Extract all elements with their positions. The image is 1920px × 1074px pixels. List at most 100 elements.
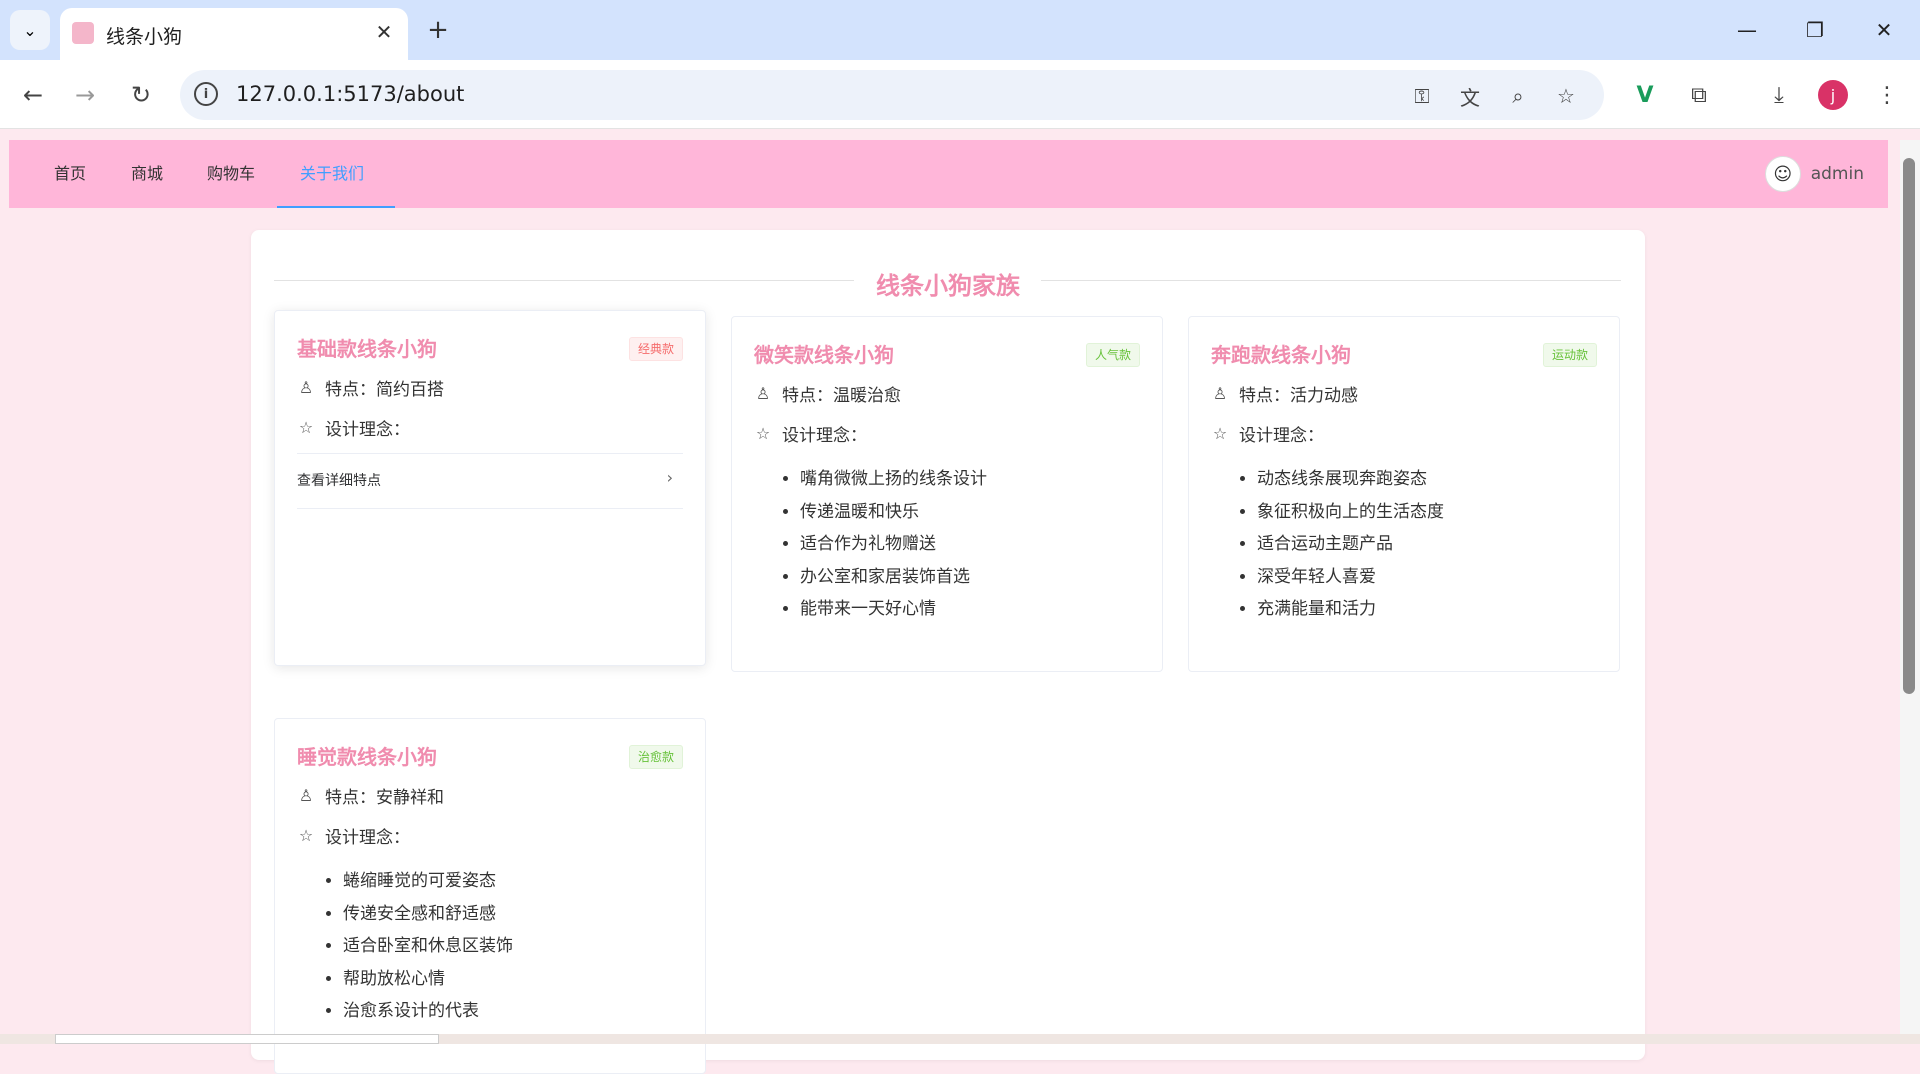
zoom-icon[interactable]: ⌕ [1504,82,1532,110]
list-item: 帮助放松心情 [343,963,513,996]
dog-card: 基础款线条小狗 经典款 ♙ 特点： 简约百搭 ☆ 设计理念： 查看详细特点 › [274,310,706,666]
feature-row: ♙ 特点： 活力动感 [1211,381,1358,406]
tab-search-dropdown[interactable]: ⌄ [10,10,50,50]
feature-label: 特点： [325,788,376,808]
profile-avatar[interactable]: j [1818,80,1848,110]
user-menu[interactable]: ☺ admin [1764,156,1864,192]
close-window-button[interactable]: ✕ [1861,10,1907,50]
nav-item-cart[interactable]: 购物车 [207,140,255,208]
card-tag: 经典款 [628,337,683,361]
back-button[interactable]: ← [14,76,52,114]
user-icon: ♙ [298,378,314,397]
url-text[interactable]: 127.0.0.1:5173/about [236,82,464,106]
horizontal-scroll-thumb[interactable] [55,1034,439,1044]
vertical-scroll-thumb[interactable] [1903,158,1915,694]
tab-title: 线条小狗 [106,26,183,48]
feature-row: ♙ 特点： 简约百搭 [297,375,444,400]
feature-row: ♙ 特点： 安静祥和 [297,783,444,808]
design-concept-row: ☆ 设计理念： [754,421,867,446]
dog-card: 奔跑款线条小狗 运动款 ♙ 特点：活力动感 ☆ 设计理念： 动态线条展现奔跑姿态… [1188,316,1620,672]
star-icon: ☆ [1212,424,1228,443]
card-title: 奔跑款线条小狗 [1211,343,1351,367]
user-avatar[interactable]: ☺ [1764,156,1801,192]
bookmark-star-icon[interactable]: ☆ [1552,82,1580,110]
design-concept-row: ☆ 设计理念： [297,823,410,848]
list-item: 深受年轻人喜爱 [1257,561,1444,594]
card-tag: 人气款 [1085,343,1140,367]
translate-icon[interactable]: 文 [1456,82,1484,110]
list-item: 治愈系设计的代表 [343,995,513,1028]
star-icon: ☆ [298,826,314,845]
card-title: 基础款线条小狗 [297,337,437,361]
design-concept-row: ☆ 设计理念： [1211,421,1324,446]
feature-value: 安静祥和 [376,788,444,808]
restore-button[interactable]: ❐ [1792,10,1838,50]
card-title: 微笑款线条小狗 [754,343,894,367]
nav-item-shop[interactable]: 商城 [131,140,163,208]
concept-list: 嘴角微微上扬的线条设计 传递温暖和快乐 适合作为礼物赠送 办公室和家居装饰首选 … [754,463,987,626]
feature-label: 特点： [782,386,833,406]
list-item: 嘴角微微上扬的线条设计 [800,463,987,496]
site-info-icon[interactable]: i [194,82,218,106]
feature-value: 温暖治愈 [833,386,901,406]
user-icon: ♙ [298,786,314,805]
address-bar[interactable]: i 127.0.0.1:5173/about ⚿ 文 ⌕ ☆ [180,70,1604,120]
close-icon[interactable]: ✕ [370,18,398,46]
list-item: 动态线条展现奔跑姿态 [1257,463,1444,496]
list-item: 适合卧室和休息区装饰 [343,930,513,963]
password-key-icon[interactable]: ⚿ [1408,82,1436,110]
dog-card: 微笑款线条小狗 人气款 ♙ 特点：温暖治愈 ☆ 设计理念： 嘴角微微上扬的线条设… [731,316,1163,672]
design-concept-row: ☆ 设计理念： [297,415,410,440]
username[interactable]: admin [1811,164,1864,184]
feature-row: ♙ 特点： 温暖治愈 [754,381,901,406]
favicon-icon [72,22,94,44]
nav-item-about[interactable]: 关于我们 [300,140,364,208]
design-concept-label: 设计理念： [325,420,410,440]
card-tag: 运动款 [1542,343,1597,367]
collapse-title[interactable]: 查看详细特点 [297,470,381,490]
design-concept-label: 设计理念： [1239,426,1324,446]
browser-tab[interactable]: 线条小狗 ✕ [60,8,408,60]
user-icon: ♙ [755,384,771,403]
feature-label: 特点： [1239,386,1290,406]
list-item: 充满能量和活力 [1257,593,1444,626]
minimize-button[interactable]: — [1724,10,1770,50]
list-item: 传递安全感和舒适感 [343,898,513,931]
list-item: 能带来一天好心情 [800,593,987,626]
extensions-icon[interactable]: ⧉ [1684,80,1714,110]
new-tab-button[interactable]: + [422,14,454,46]
design-concept-label: 设计理念： [325,828,410,848]
chevron-down-icon: ⌄ [23,20,37,40]
list-item: 蜷缩睡觉的可爱姿态 [343,865,513,898]
concept-list: 动态线条展现奔跑姿态 象征积极向上的生活态度 适合运动主题产品 深受年轻人喜爱 … [1211,463,1444,626]
details-collapse[interactable]: 查看详细特点 › [297,453,683,509]
feature-value: 简约百搭 [376,380,444,400]
forward-button[interactable]: → [66,76,104,114]
chevron-right-icon[interactable]: › [667,468,673,487]
dog-card: 睡觉款线条小狗 治愈款 ♙ 特点：安静祥和 ☆ 设计理念： 蜷缩睡觉的可爱姿态 … [274,718,706,1074]
star-icon: ☆ [755,424,771,443]
list-item: 传递温暖和快乐 [800,496,987,529]
design-concept-label: 设计理念： [782,426,867,446]
active-nav-indicator [277,206,395,208]
about-panel: 线条小狗家族 基础款线条小狗 经典款 ♙ 特点： 简约百搭 ☆ 设计理念： 查看详… [251,230,1645,1074]
browser-toolbar: ← → ↻ i 127.0.0.1:5173/about ⚿ 文 ⌕ ☆ V ⧉… [0,60,1920,129]
list-item: 象征积极向上的生活态度 [1257,496,1444,529]
card-tag: 治愈款 [628,745,683,769]
card-title: 睡觉款线条小狗 [297,745,437,769]
feature-label: 特点： [325,380,376,400]
feature-value: 活力动感 [1290,386,1358,406]
nav-item-home[interactable]: 首页 [54,140,86,208]
vue-devtools-icon[interactable]: V [1630,80,1660,110]
list-item: 适合作为礼物赠送 [800,528,987,561]
reload-button[interactable]: ↻ [122,76,160,114]
star-icon: ☆ [298,418,314,437]
list-item: 适合运动主题产品 [1257,528,1444,561]
concept-list: 蜷缩睡觉的可爱姿态 传递安全感和舒适感 适合卧室和休息区装饰 帮助放松心情 治愈… [297,865,513,1028]
menu-kebab-icon[interactable]: ⋮ [1872,80,1902,110]
section-title: 线条小狗家族 [876,272,1020,300]
user-icon: ♙ [1212,384,1228,403]
download-icon[interactable]: ⤓ [1764,80,1794,110]
list-item: 办公室和家居装饰首选 [800,561,987,594]
browser-tab-bar: ⌄ 线条小狗 ✕ + — ❐ ✕ [0,0,1920,60]
